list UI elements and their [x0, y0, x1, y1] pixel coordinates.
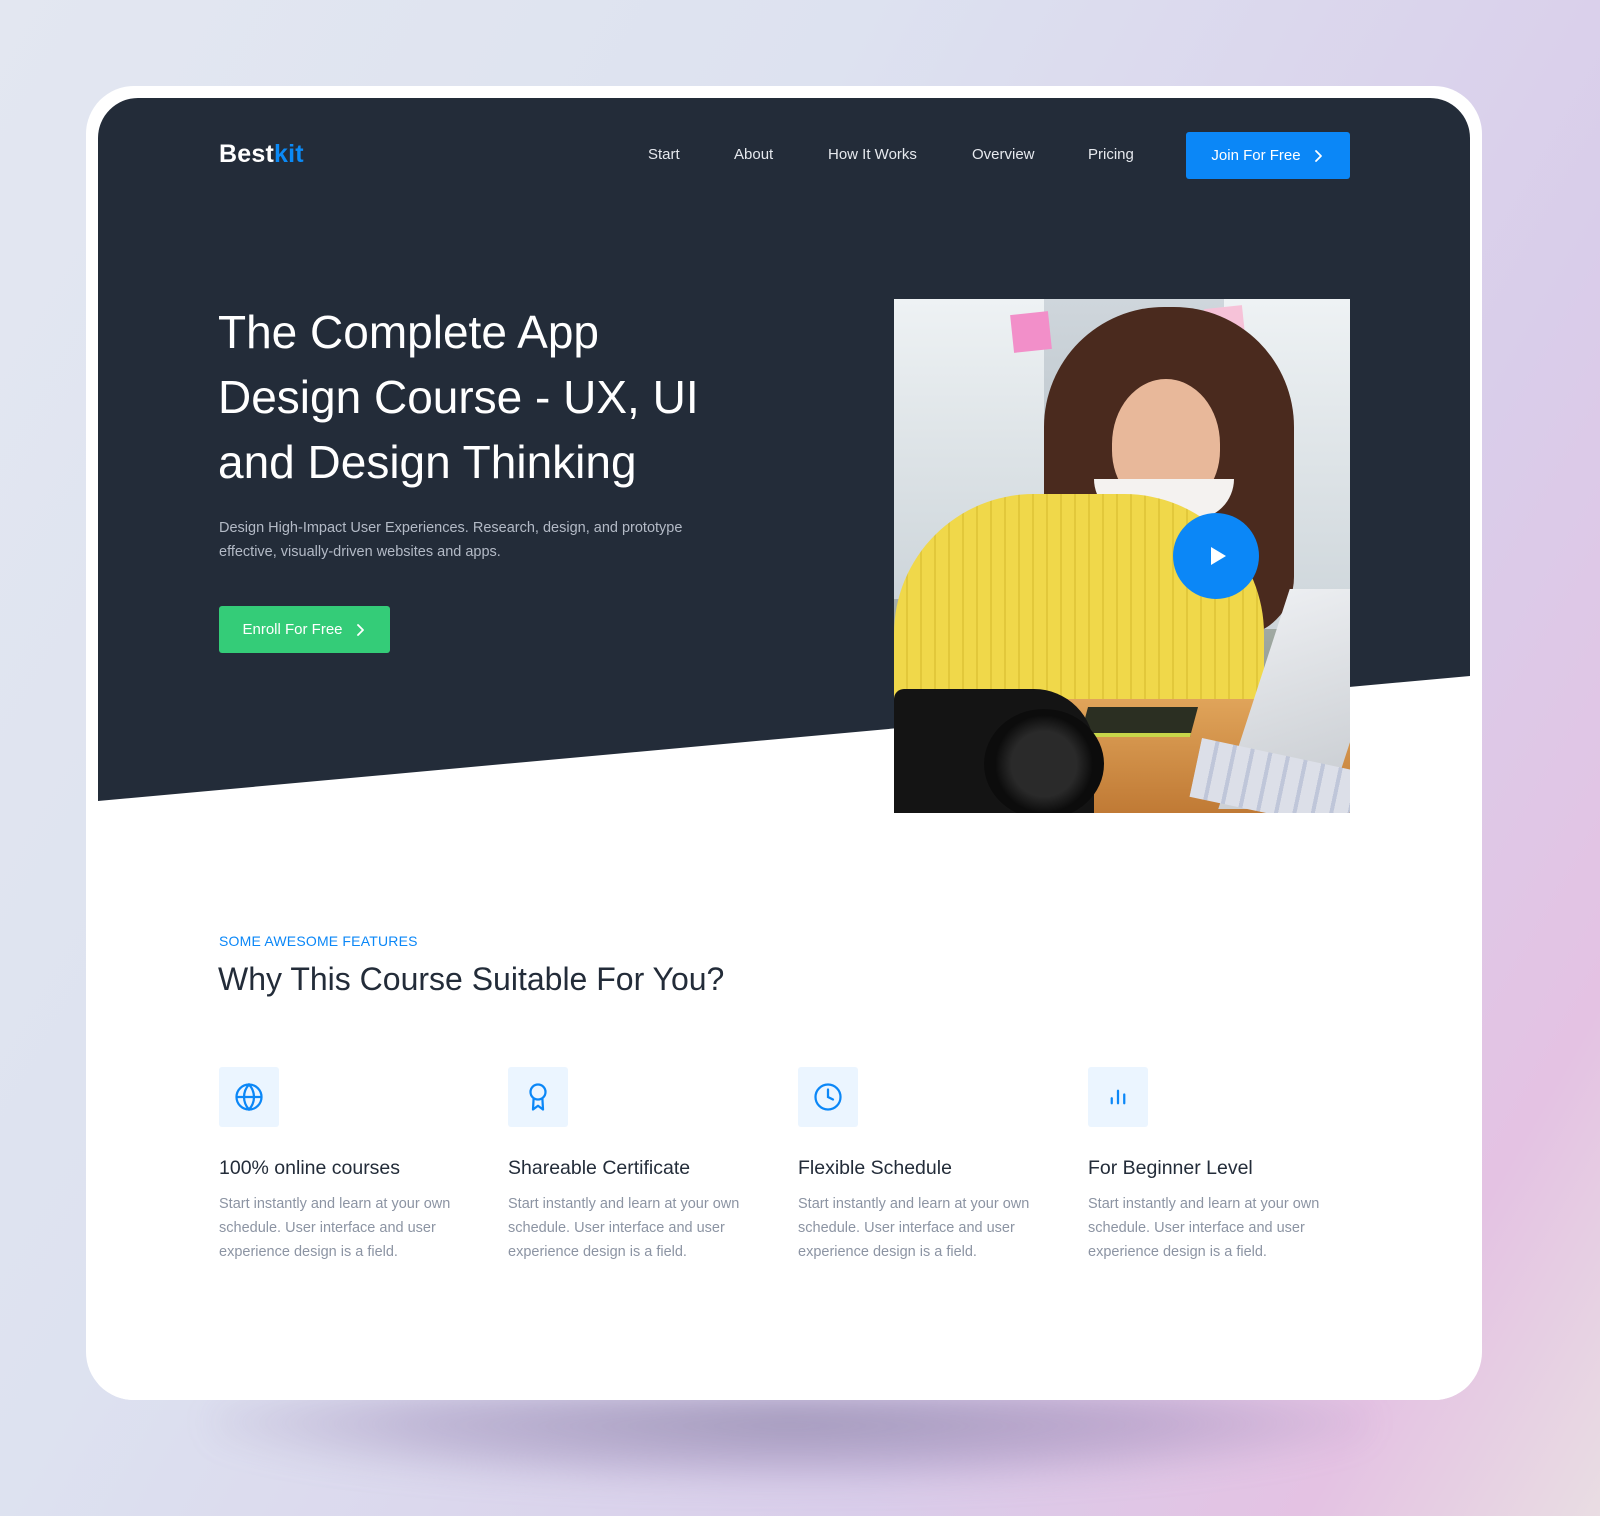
- enroll-button-label: Enroll For Free: [242, 621, 343, 638]
- nav-link-about[interactable]: About: [734, 146, 773, 163]
- feature-card: 100% online courses Start instantly and …: [219, 1067, 479, 1264]
- hero-title-line: and Design Thinking: [218, 436, 637, 488]
- award-icon: [529, 1083, 547, 1111]
- feature-description: Start instantly and learn at your own sc…: [798, 1196, 1030, 1260]
- feature-description: Start instantly and learn at your own sc…: [508, 1196, 740, 1260]
- feature-description: Start instantly and learn at your own sc…: [1088, 1196, 1320, 1260]
- hero-title: The Complete App Design Course - UX, UI …: [218, 300, 758, 495]
- nav-link-pricing[interactable]: Pricing: [1088, 146, 1134, 163]
- join-for-free-button[interactable]: Join For Free: [1186, 132, 1350, 179]
- photo-pen-tablet: [1079, 707, 1199, 737]
- feature-title: Flexible Schedule: [798, 1157, 952, 1179]
- card-shadow: [210, 1395, 1370, 1485]
- feature-icon-box: [508, 1067, 568, 1127]
- feature-icon-box: [1088, 1067, 1148, 1127]
- bar-chart-icon: [1110, 1089, 1126, 1105]
- play-video-button[interactable]: [1173, 513, 1259, 599]
- landing-page: Bestkit Start About How It Works Overvie…: [98, 98, 1470, 1400]
- features-eyebrow: SOME AWESOME FEATURES: [219, 933, 418, 949]
- features-title: Why This Course Suitable For You?: [218, 961, 725, 997]
- feature-card: Shareable Certificate Start instantly an…: [508, 1067, 768, 1264]
- brand-logo[interactable]: Bestkit: [219, 140, 304, 169]
- browser-frame: Bestkit Start About How It Works Overvie…: [86, 86, 1482, 1400]
- feature-title: 100% online courses: [219, 1157, 401, 1179]
- feature-icon-box: [798, 1067, 858, 1127]
- logo-accent: kit: [274, 140, 304, 168]
- nav-link-overview[interactable]: Overview: [972, 146, 1035, 163]
- join-button-label: Join For Free: [1211, 147, 1301, 164]
- hero-video-thumbnail[interactable]: [894, 299, 1350, 813]
- chevron-right-icon: [1314, 149, 1322, 162]
- feature-title: For Beginner Level: [1088, 1157, 1253, 1179]
- globe-icon: [235, 1082, 263, 1112]
- sticky-note: [1010, 311, 1052, 353]
- feature-description: Start instantly and learn at your own sc…: [219, 1196, 451, 1260]
- nav-link-how-it-works[interactable]: How It Works: [828, 146, 917, 163]
- feature-title: Shareable Certificate: [508, 1157, 691, 1179]
- nav-link-start[interactable]: Start: [648, 146, 680, 163]
- hero-title-line: Design Course - UX, UI: [218, 371, 699, 423]
- enroll-for-free-button[interactable]: Enroll For Free: [219, 606, 390, 653]
- logo-primary: Best: [219, 140, 274, 168]
- feature-card: Flexible Schedule Start instantly and le…: [798, 1067, 1058, 1264]
- feature-card: For Beginner Level Start instantly and l…: [1088, 1067, 1348, 1264]
- hero-title-line: The Complete App: [218, 306, 600, 358]
- feature-icon-box: [219, 1067, 279, 1127]
- play-icon: [1210, 547, 1226, 565]
- photo-camera-lens: [984, 709, 1104, 813]
- hero-subtitle: Design High-Impact User Experiences. Res…: [219, 520, 683, 560]
- chevron-right-icon: [356, 623, 364, 636]
- clock-icon: [814, 1083, 842, 1111]
